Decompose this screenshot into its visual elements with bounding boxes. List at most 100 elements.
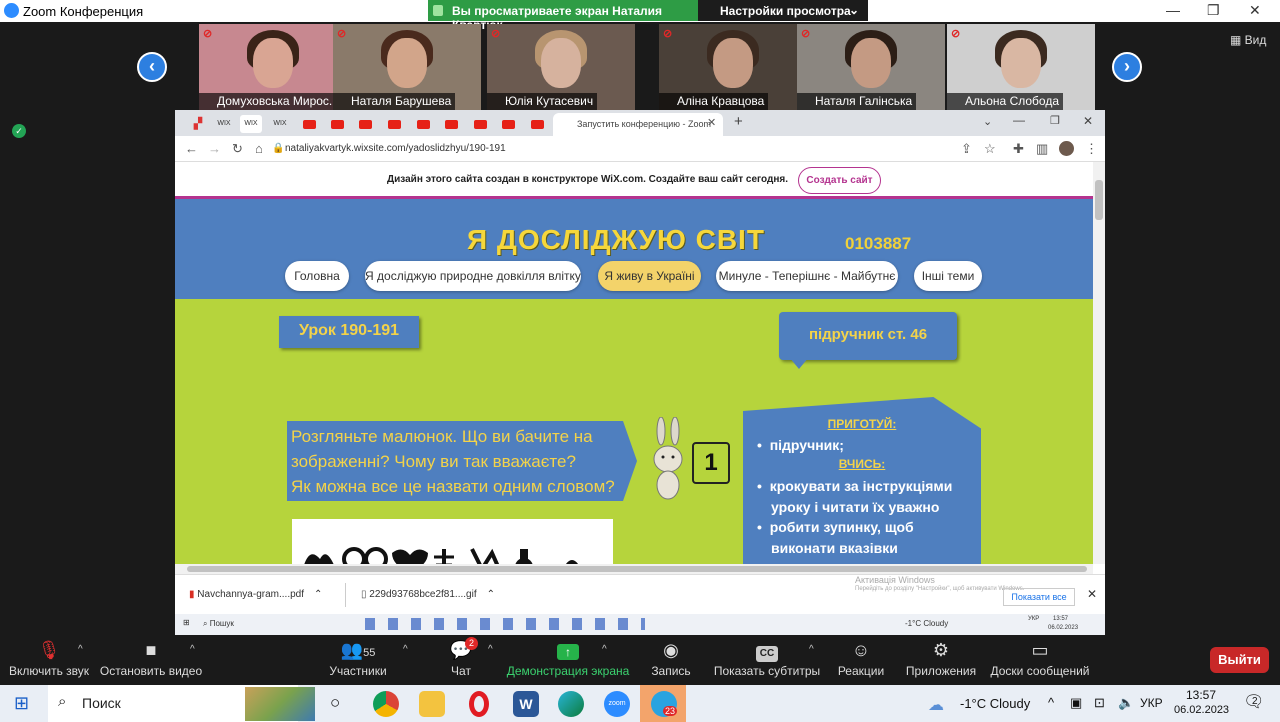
downloads-close-icon[interactable]: ✕ (1087, 587, 1097, 601)
participants-label: Участники (329, 664, 387, 678)
inner-taskbar-apps (365, 618, 645, 630)
reload-icon[interactable]: ↻ (232, 141, 243, 157)
share-chevron-icon[interactable]: ^ (602, 644, 607, 655)
url-field[interactable]: nataliyakvartyk.wixsite.com/yadoslidzhyu… (285, 143, 506, 154)
leave-button[interactable]: Выйти (1210, 647, 1269, 673)
tab-search-icon[interactable]: ⌄ (983, 115, 992, 128)
unmute-button[interactable]: 🎙 Включить звук (0, 640, 104, 678)
chevron-up-icon[interactable]: ⌃ (487, 589, 495, 600)
back-icon[interactable]: ← (185, 141, 198, 156)
nav-past-present-future[interactable]: Минуле - Теперішнє - Майбутнє (716, 261, 898, 291)
shared-windows-taskbar: ⊞ ⌕ Пошук -1°C Cloudy УКР 13:57 06.02.20… (175, 614, 1105, 635)
tray-app-icon[interactable]: ▣ (1070, 695, 1082, 711)
participant-tile[interactable]: Наталя Галінська ⊘ (797, 24, 945, 110)
close-icon[interactable]: ✕ (1249, 2, 1261, 19)
nav-home[interactable]: Головна (285, 261, 349, 291)
menu-kebab-icon[interactable]: ⋮ (1085, 141, 1098, 157)
chevron-down-icon[interactable]: ⌄ (849, 3, 859, 17)
tab-wix-2[interactable]: WIX (240, 115, 262, 133)
tab-youtube-8[interactable] (502, 120, 515, 129)
record-button[interactable]: ◉ Запись (616, 640, 726, 678)
browser-close-icon[interactable]: ✕ (1083, 114, 1093, 128)
participant-tile[interactable]: Домуховська Мирос... ⊘ (199, 24, 347, 110)
browser-minimize-icon[interactable]: — (1013, 113, 1025, 127)
tab-youtube-3[interactable] (359, 120, 372, 129)
share-screen-button[interactable]: ↑ Демонстрация экрана (505, 640, 631, 678)
hscroll-thumb[interactable] (187, 566, 1087, 572)
tab-youtube-6[interactable] (445, 120, 458, 129)
tab-zoom[interactable]: Запустить конференцию - Zoom (553, 113, 723, 136)
apps-button[interactable]: ⚙ Приложения (886, 640, 996, 678)
task-view-icon[interactable]: ○ (330, 693, 340, 713)
weather-text[interactable]: -1°C Cloudy (960, 696, 1030, 711)
chevron-up-icon[interactable]: ⌃ (314, 589, 322, 600)
tab-wix-3[interactable]: WIX (269, 115, 291, 133)
download-item-pdf[interactable]: ▮ Navchannya-gram....pdf ⌃ (189, 589, 322, 600)
video-options-chevron-icon[interactable]: ^ (190, 644, 195, 655)
sharing-indicator: Вы просматриваете экран Наталия Квартюк (428, 0, 698, 32)
participant-tile[interactable]: Аліна Кравцова ⊘ (659, 24, 807, 110)
app-icon[interactable]: ▞ (187, 115, 209, 133)
maximize-icon[interactable]: ❐ (1207, 2, 1220, 19)
tab-youtube-2[interactable] (331, 120, 344, 129)
explorer-icon[interactable] (419, 691, 445, 717)
new-tab-icon[interactable]: + (734, 113, 743, 130)
view-settings-button[interactable]: Настройки просмотра (720, 4, 851, 18)
tab-youtube-7[interactable] (474, 120, 487, 129)
tab-youtube-9[interactable] (531, 120, 544, 129)
participants-count: 55 (363, 647, 376, 659)
tab-youtube-4[interactable] (388, 120, 401, 129)
show-all-button[interactable]: Показати все (1003, 588, 1075, 606)
participants-button[interactable]: 👥55 Участники (303, 640, 413, 678)
home-icon[interactable]: ⌂ (255, 141, 263, 156)
zoom-app-icon[interactable]: zoom (604, 691, 630, 717)
learn-item-text: робити зупинку, щоб (769, 519, 914, 535)
download-item-gif[interactable]: ▯ 229d93768bce2f81....gif ⌃ (361, 589, 495, 600)
chat-button[interactable]: 💬 Чат (406, 640, 516, 678)
share-icon[interactable]: ⇪ (961, 141, 972, 157)
start-windows-icon[interactable]: ⊞ (14, 693, 29, 714)
tab-youtube-5[interactable] (417, 120, 430, 129)
horizontal-scrollbar[interactable] (175, 564, 1093, 574)
nav-nature-summer[interactable]: Я досліджую природне довкілля влітку (365, 261, 581, 291)
volume-icon[interactable]: 🔈 (1118, 695, 1134, 711)
participant-tile[interactable]: Юлія Кутасевич ⊘ (487, 24, 635, 110)
extensions-icon[interactable]: ✚ (1013, 141, 1024, 157)
inner-start-icon: ⊞ (183, 618, 190, 627)
clock-time[interactable]: 13:57 (1186, 688, 1216, 702)
participant-tile[interactable]: Наталя Барушева ⊘ (333, 24, 481, 110)
question-line-2: зображенні? Чому ви так вважаєте? (291, 452, 576, 471)
create-site-button[interactable]: Создать сайт (798, 167, 881, 194)
inner-search: ⌕ Пошук (203, 619, 234, 628)
nav-i-live-in-ukraine[interactable]: Я живу в Україні (598, 261, 701, 291)
tab-close-icon[interactable]: ✕ (707, 116, 716, 129)
whiteboard-button[interactable]: ▭ Доски сообщений (985, 640, 1095, 678)
forward-icon[interactable]: → (208, 141, 221, 156)
nav-other-topics[interactable]: Інші теми (914, 261, 982, 291)
word-icon[interactable]: W (513, 691, 539, 717)
minimize-icon[interactable]: — (1166, 2, 1180, 18)
side-panel-icon[interactable]: ▥ (1036, 141, 1048, 157)
chat-chevron-icon[interactable]: ^ (488, 644, 493, 655)
clock-date[interactable]: 06.02.2023 (1174, 704, 1229, 716)
next-page-button[interactable]: › (1112, 52, 1142, 82)
participant-tile[interactable]: Альона Слобода ⊘ (947, 24, 1095, 110)
tab-wix-1[interactable]: WIX (213, 115, 235, 133)
edge-icon[interactable] (558, 691, 584, 717)
network-icon[interactable]: ⊡ (1094, 695, 1105, 711)
profile-avatar[interactable] (1059, 141, 1074, 156)
tray-chevron-icon[interactable]: ^ (1048, 695, 1054, 710)
scroll-thumb[interactable] (1095, 180, 1103, 220)
chrome-icon[interactable] (373, 691, 399, 717)
bookmark-star-icon[interactable]: ☆ (984, 141, 996, 157)
language-indicator[interactable]: УКР (1140, 696, 1163, 710)
browser-restore-icon[interactable]: ❐ (1050, 114, 1060, 127)
security-shield-icon[interactable]: ✓ (12, 124, 26, 138)
tab-youtube-1[interactable] (303, 120, 316, 129)
vertical-scrollbar[interactable] (1093, 162, 1105, 564)
audio-options-chevron-icon[interactable]: ^ (78, 644, 83, 655)
previous-page-button[interactable]: ‹ (137, 52, 167, 82)
lock-icon: 🔒 (272, 143, 285, 154)
opera-icon[interactable] (469, 691, 489, 717)
view-menu-button[interactable]: ▦ Вид (1230, 33, 1266, 47)
